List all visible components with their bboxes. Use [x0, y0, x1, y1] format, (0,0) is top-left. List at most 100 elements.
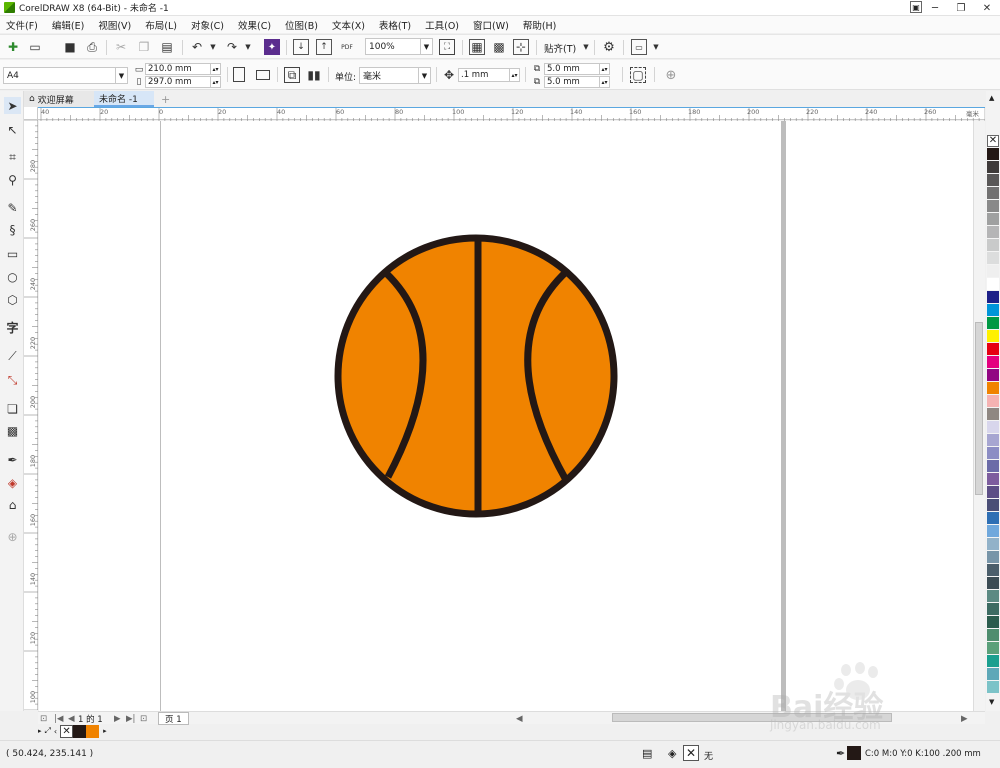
palette-swatch[interactable] [987, 668, 999, 680]
vertical-ruler[interactable]: 280 260 240 220 200 180 160 140 120 100 [24, 120, 38, 710]
palette-swatch[interactable] [987, 564, 999, 576]
page-size-dropdown-icon[interactable]: ▼ [115, 68, 127, 83]
undo-dropdown-icon[interactable]: ▼ [205, 39, 221, 55]
freehand-tool-icon[interactable]: ✎ [4, 199, 21, 216]
page-height-field[interactable]: 297.0 mm ▴▾ [145, 76, 221, 88]
docpalette-black-swatch[interactable] [73, 724, 87, 738]
units-combo[interactable]: 毫米 ▼ [359, 67, 431, 84]
palette-swatch[interactable] [987, 551, 999, 563]
portrait-icon[interactable] [233, 67, 245, 82]
vertical-scroll-thumb[interactable] [975, 322, 983, 495]
parallel-dimension-icon[interactable]: ⟋ [4, 348, 21, 365]
palette-swatch[interactable] [987, 538, 999, 550]
palette-swatch[interactable] [987, 252, 999, 264]
export-icon[interactable]: ↑ [316, 39, 332, 55]
shape-tool-icon[interactable]: ↖ [4, 121, 21, 138]
basketball-drawing[interactable] [334, 234, 618, 518]
palette-scroll-up-icon[interactable]: ▲ [989, 94, 994, 102]
duplicate-y-spinner[interactable]: ▴▾ [599, 77, 609, 87]
paste-icon[interactable]: ▤ [159, 39, 175, 55]
menu-tools[interactable]: 工具(O) [425, 18, 459, 32]
ellipse-tool-icon[interactable]: ○ [4, 268, 21, 285]
palette-swatch[interactable] [987, 460, 999, 472]
smart-fill-icon[interactable]: ⌂ [4, 496, 21, 513]
nudge-spinner[interactable]: ▴▾ [509, 69, 519, 81]
page-tab-1[interactable]: 页 1 [158, 712, 189, 725]
menu-layout[interactable]: 布局(L) [145, 18, 177, 32]
add-tool-icon[interactable]: ⊕ [4, 528, 21, 545]
menu-text[interactable]: 文本(X) [332, 18, 365, 32]
color-eyedropper-icon[interactable]: ✒ [4, 451, 21, 468]
page-width-spinner[interactable]: ▴▾ [210, 64, 220, 74]
duplicate-x-field[interactable]: 5.0 mm ▴▾ [544, 63, 610, 75]
menu-bitmaps[interactable]: 位图(B) [285, 18, 318, 32]
palette-swatch[interactable] [987, 590, 999, 602]
search-content-icon[interactable]: ✦ [264, 39, 280, 55]
zoom-dropdown-icon[interactable]: ▼ [420, 39, 432, 54]
menu-file[interactable]: 文件(F) [6, 18, 38, 32]
docpalette-menu-icon[interactable]: ▸ [38, 727, 42, 735]
drop-shadow-icon[interactable]: ❏ [4, 400, 21, 417]
menu-window[interactable]: 窗口(W) [473, 18, 509, 32]
add-page-icon[interactable]: ⊡ [140, 712, 147, 725]
minimize-button[interactable]: ─ [922, 0, 948, 16]
full-screen-icon[interactable]: ⛶ [439, 39, 455, 55]
scroll-left-icon[interactable]: ◀ [516, 712, 523, 725]
launcher-dropdown-icon[interactable]: ▼ [648, 39, 664, 55]
docpalette-arrow-icon[interactable]: ‹ [54, 727, 57, 736]
palette-swatch[interactable] [987, 629, 999, 641]
quick-customize-icon[interactable]: ⊕ [663, 67, 679, 83]
horizontal-ruler[interactable]: 40 20 0 20 40 60 80 100 120 140 160 180 … [38, 107, 985, 121]
import-icon[interactable]: ↓ [293, 39, 309, 55]
palette-swatch[interactable] [987, 525, 999, 537]
copy-icon[interactable]: ❐ [136, 39, 152, 55]
palette-swatch[interactable] [987, 317, 999, 329]
palette-swatch[interactable] [987, 161, 999, 173]
menu-view[interactable]: 视图(V) [98, 18, 131, 32]
outline-color-swatch[interactable] [847, 746, 861, 760]
landscape-icon[interactable] [256, 70, 270, 80]
redo-icon[interactable]: ↷ [224, 39, 240, 55]
tab-document[interactable]: 未命名 -1 [94, 91, 154, 107]
crop-tool-icon[interactable]: ⌗ [4, 149, 21, 166]
new-document-icon[interactable]: ✚ [5, 39, 21, 55]
menu-effects[interactable]: 效果(C) [238, 18, 271, 32]
palette-swatch[interactable] [987, 343, 999, 355]
palette-swatch[interactable] [987, 369, 999, 381]
print-icon[interactable]: ⎙ [84, 39, 100, 55]
current-page-icon[interactable]: ▮▮ [306, 67, 322, 83]
snap-dropdown-icon[interactable]: ▼ [578, 39, 594, 55]
docpalette-none-swatch-icon[interactable]: ✕ [60, 724, 74, 738]
docpalette-orange-swatch[interactable] [86, 724, 100, 738]
palette-swatch[interactable] [987, 499, 999, 511]
palette-swatch[interactable] [987, 226, 999, 238]
zoom-combo[interactable]: 100% ▼ [365, 38, 433, 55]
application-launcher-icon[interactable]: ▭ [631, 39, 647, 55]
open-icon[interactable]: ▭ [27, 39, 43, 55]
ruler-corner[interactable] [24, 107, 38, 120]
publish-pdf-icon[interactable]: PDF [339, 39, 355, 55]
horizontal-scroll-thumb[interactable] [612, 713, 892, 722]
palette-swatch[interactable] [987, 200, 999, 212]
palette-swatch[interactable] [987, 512, 999, 524]
palette-swatch[interactable] [987, 408, 999, 420]
fill-none-icon[interactable]: ✕ [683, 745, 699, 761]
save-icon[interactable]: ■ [62, 39, 78, 55]
redo-dropdown-icon[interactable]: ▼ [240, 39, 256, 55]
maximize-button[interactable]: ❐ [948, 0, 974, 16]
outline-pen-icon[interactable]: ✒ [836, 747, 845, 760]
palette-swatch[interactable] [987, 434, 999, 446]
palette-swatch[interactable] [987, 330, 999, 342]
page-height-spinner[interactable]: ▴▾ [210, 77, 220, 87]
palette-swatch[interactable] [987, 681, 999, 693]
treat-as-filled-icon[interactable]: ▢ [630, 67, 646, 83]
new-tab-icon[interactable]: + [156, 91, 170, 107]
show-guidelines-icon[interactable]: ⊹ [513, 39, 529, 55]
palette-swatch[interactable] [987, 447, 999, 459]
palette-swatch[interactable] [987, 148, 999, 160]
cut-icon[interactable]: ✂ [113, 39, 129, 55]
pick-tool-icon[interactable]: ➤ [4, 97, 21, 114]
palette-swatch[interactable] [987, 486, 999, 498]
show-grid-icon[interactable]: ▩ [491, 39, 507, 55]
menu-table[interactable]: 表格(T) [379, 18, 411, 32]
